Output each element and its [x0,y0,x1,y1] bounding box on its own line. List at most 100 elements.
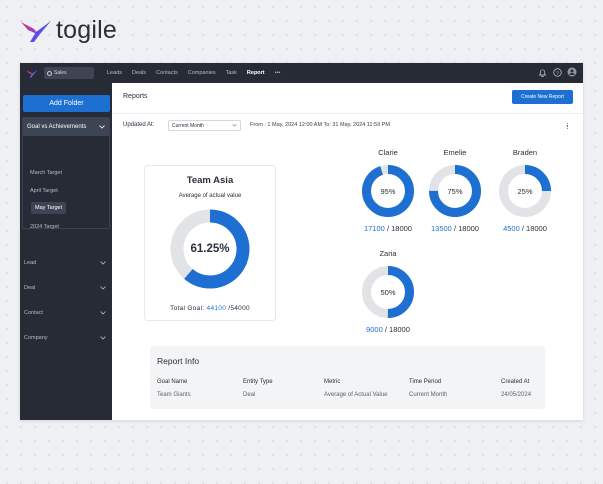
header-divider [112,113,583,114]
team-percent: 61.25% [190,243,230,255]
period-select-value: Current Month [172,122,204,129]
report-cell-time-period: Current Month [409,392,448,398]
report-cell-entity-type: Deal [243,392,256,398]
member-percent: 95% [380,186,396,196]
app-logo-icon[interactable] [26,69,38,78]
member-percent: 50% [380,287,396,297]
team-total-goal: Total Goal: 44100 /54000 [145,305,275,312]
top-bar: Sales Leads Deals Contacts Companies Tas… [20,63,583,83]
member-achievement: 13500 / 18000 [420,224,490,233]
member-achievement: 9000 / 18000 [353,325,423,334]
section-label: Deal [24,285,36,291]
sidebar-section-company[interactable]: Company [24,335,106,341]
bell-icon[interactable] [537,67,547,77]
more-options-icon[interactable] [566,123,568,130]
member-target: / 18000 [453,224,479,233]
sidebar-section-contact[interactable]: Contact [24,310,106,316]
chevron-down-icon [100,311,106,315]
avatar-icon[interactable] [567,67,577,77]
report-header-metric: Metric [324,379,341,385]
sidebar-section-lead[interactable]: Lead [24,260,106,266]
help-icon[interactable]: ? [552,67,562,77]
report-cell-metric: Average of Actual Value [324,392,388,398]
team-goal-total: /54000 [228,305,250,312]
togile-logo-icon [21,20,51,42]
report-info-title: Report Info [157,356,200,366]
member-target: / 18000 [521,224,547,233]
workspace-icon [47,70,52,76]
chevron-down-icon [100,336,106,340]
team-goal-card: Team Asia Average of actual value 61.25%… [144,165,276,321]
create-report-button[interactable]: Create New Report [512,90,573,104]
member-card-clarie: Clarie 95% 17100 / 18000 [353,148,423,233]
section-label: Lead [24,260,37,266]
period-select[interactable]: Current Month [168,120,241,131]
report-header-entity-type: Entity Type [243,379,273,385]
workspace-selector[interactable]: Sales [44,67,94,79]
member-achievement: 4500 / 18000 [490,224,560,233]
sidebar-section-deal[interactable]: Deal [24,285,106,291]
team-goal-label: Total Goal: [170,305,205,312]
nav-companies[interactable]: Companies [188,70,216,76]
brand-logo: togile [20,16,117,45]
sidebar-item-may-target[interactable]: May Target [31,202,67,214]
sidebar-item-april-target[interactable]: April Target [30,188,58,194]
team-subtitle: Average of actual value [178,193,242,199]
main-nav: Leads Deals Contacts Companies Task Repo… [107,70,280,76]
member-percent: 75% [447,186,463,196]
nav-contacts[interactable]: Contacts [156,70,178,76]
member-achieved: 4500 [503,224,520,233]
member-donut: 95% [361,164,415,218]
report-header-time-period: Time Period [409,379,442,385]
nav-more[interactable]: ••• [275,70,281,76]
chevron-down-icon [100,261,106,265]
date-range-text: From : 1 May, 2024 12:00 AM To: 31 May, … [250,122,390,128]
main-content: Reports Create New Report Updated At: Cu… [112,83,583,420]
nav-report[interactable]: Report [247,70,265,76]
report-header-goal-name: Goal Name [157,379,188,385]
nav-deals[interactable]: Deals [132,70,146,76]
topbar-actions: ? [537,67,577,77]
member-achieved: 13500 [431,224,452,233]
member-card-emelie: Emelie 75% 13500 / 18000 [420,148,490,233]
chevron-down-icon [232,124,237,127]
member-percent: 25% [517,186,533,196]
nav-leads[interactable]: Leads [107,70,122,76]
sidebar-item-2024-target[interactable]: 2024 Target [30,224,59,230]
team-title: Team Asia [186,175,234,186]
member-achievement: 17100 / 18000 [353,224,423,233]
member-name: Braden [512,148,538,157]
member-donut: 50% [361,265,415,319]
member-target: / 18000 [384,325,410,334]
sidebar-item-march-target[interactable]: March Target [30,170,62,176]
svg-text:?: ? [556,70,559,76]
member-card-braden: Braden 25% 4500 / 18000 [490,148,560,233]
chevron-down-icon [100,286,106,290]
member-donut: 75% [428,164,482,218]
section-label: Contact [24,310,43,316]
report-cell-created-at: 24/05/2024 [501,392,532,398]
brand-name: togile [56,16,117,44]
member-name: Zaria [379,249,397,258]
member-name: Clarie [378,148,398,157]
section-label: Company [24,335,48,341]
add-folder-button[interactable]: Add Folder [23,95,110,112]
goal-folder-header[interactable]: Goal vs Achievements [23,118,109,136]
member-target: / 18000 [386,224,412,233]
report-cell-goal-name: Team Giants [157,392,191,398]
member-achieved: 9000 [366,325,383,334]
nav-task[interactable]: Task [226,70,237,76]
chevron-down-icon [99,125,105,129]
updated-at-label: Updated At: [123,122,155,128]
team-goal-achieved: 44100 [206,305,227,312]
app-window: Sales Leads Deals Contacts Companies Tas… [20,63,583,420]
sidebar: Add Folder Goal vs Achievements March Ta… [20,83,112,420]
member-name: Emelie [443,148,467,157]
page-title: Reports [123,93,148,100]
goal-folder-label: Goal vs Achievements [27,124,87,130]
member-achieved: 17100 [364,224,385,233]
report-info-panel: Report Info Goal Name Entity Type Metric… [150,346,545,409]
member-donut: 25% [498,164,552,218]
workspace-label: Sales [54,70,67,76]
report-header-created-at: Created At [501,379,530,385]
